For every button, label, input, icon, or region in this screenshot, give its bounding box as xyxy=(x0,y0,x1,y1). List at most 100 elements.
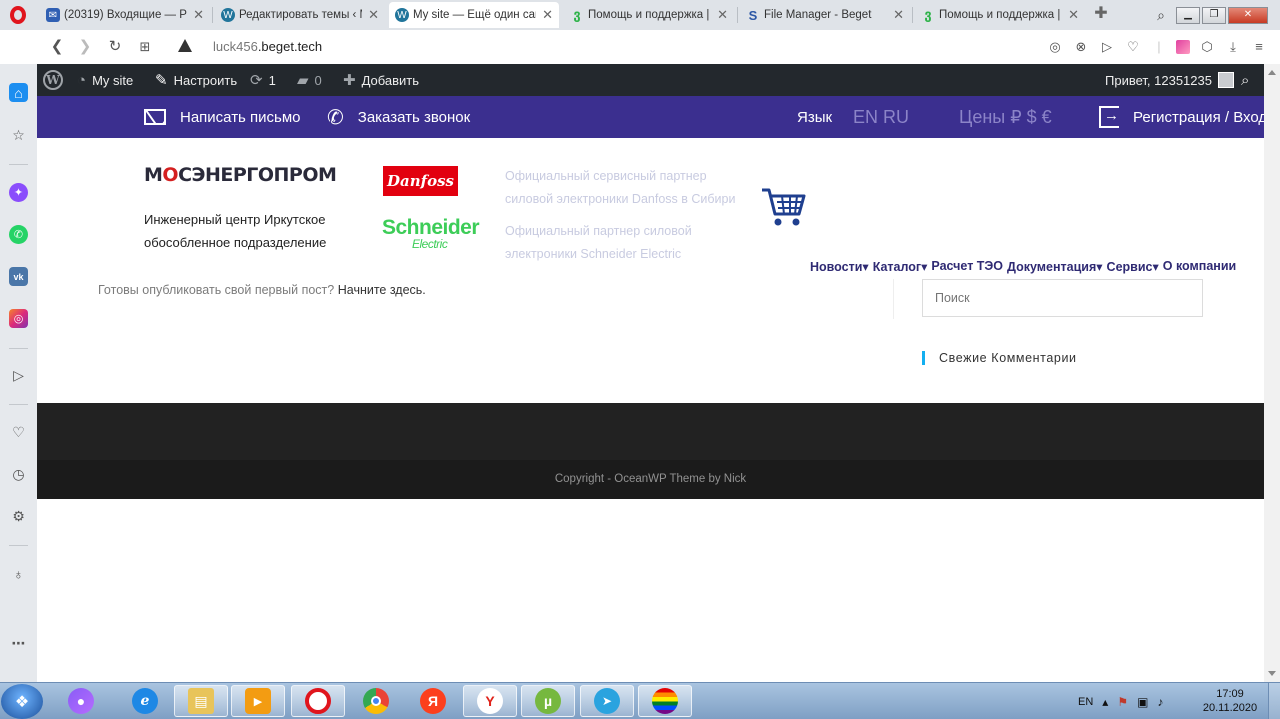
schneider-logo[interactable]: Schneider Electric xyxy=(382,217,480,250)
taskbar-yandex-browser[interactable]: Y xyxy=(463,685,517,717)
close-tab-icon[interactable]: ✕ xyxy=(717,7,728,23)
taskbar-explorer[interactable]: ▤ xyxy=(174,685,228,717)
wp-logo-menu[interactable]: W xyxy=(43,64,63,96)
tray-expand-icon[interactable]: ▴ xyxy=(1102,695,1108,709)
url-field[interactable]: luck456.beget.tech xyxy=(213,39,322,54)
search-input[interactable] xyxy=(922,279,1203,317)
action-center-icon[interactable]: ⚑ xyxy=(1117,695,1128,709)
taskbar-media[interactable]: ▶ xyxy=(231,685,285,717)
media-player-icon: ▶ xyxy=(245,688,271,714)
taskbar-utorrent[interactable]: µ xyxy=(521,685,575,717)
nav-about[interactable]: О компании xyxy=(1163,259,1236,274)
cube-icon[interactable]: ⬡ xyxy=(1198,38,1216,56)
taskbar-ie[interactable]: e xyxy=(118,685,172,717)
tab-label: My site — Ещё один сай xyxy=(413,9,537,21)
taskbar-alice[interactable]: ● xyxy=(54,685,108,717)
forward-icon[interactable]: ❯ xyxy=(76,38,94,56)
extension-icon[interactable] xyxy=(1176,40,1190,54)
wp-search[interactable]: ⌕ xyxy=(1241,64,1249,96)
wp-comments[interactable]: ▰ 0 xyxy=(297,64,322,96)
cart-icon[interactable] xyxy=(760,184,806,228)
speed-dial-icon[interactable]: ⊞ xyxy=(136,38,154,56)
show-desktop-button[interactable] xyxy=(1268,683,1280,719)
close-tab-icon[interactable]: ✕ xyxy=(1068,7,1079,23)
new-tab-icon[interactable]: ✚ xyxy=(1092,5,1110,23)
taskbar-opera[interactable] xyxy=(291,685,345,717)
home-icon[interactable]: ⌂ xyxy=(9,83,28,102)
order-call-link[interactable]: ✆ Заказать звонок xyxy=(327,96,470,138)
history-icon[interactable]: ◷ xyxy=(9,465,28,484)
taskbar-chrome[interactable] xyxy=(349,685,403,717)
maximize-icon[interactable]: ❐ xyxy=(1202,6,1226,24)
tab-edit-themes[interactable]: W Редактировать темы ‹ М ✕ xyxy=(215,2,385,28)
close-tab-icon[interactable]: ✕ xyxy=(893,7,904,23)
nav-service[interactable]: Сервис▾ xyxy=(1107,259,1159,274)
nav-teo-calc[interactable]: Расчет ТЭО xyxy=(931,259,1003,274)
recent-comments-title: Свежие Комментарии xyxy=(922,351,1077,365)
window-controls: ⌕ ▁ ❐ ✕ xyxy=(1148,0,1268,30)
plus-icon: ✚ xyxy=(343,72,356,89)
wp-my-site[interactable]: ◔ My site xyxy=(77,64,133,96)
flow-icon[interactable]: ▷ xyxy=(9,366,28,385)
minimize-icon[interactable]: ▁ xyxy=(1176,6,1200,24)
tips-bulb-icon[interactable]: ♁ xyxy=(9,564,28,583)
settings-icon[interactable]: ⚙ xyxy=(9,507,28,526)
updates-icon: ⟳ xyxy=(250,72,263,89)
write-letter-link[interactable]: Написать письмо xyxy=(144,96,301,138)
site-logo[interactable]: МОСЭНЕРГОПРОМ xyxy=(144,164,337,186)
scroll-up-icon[interactable] xyxy=(1268,70,1276,75)
page-scrollbar[interactable] xyxy=(1264,64,1280,682)
menu-icon[interactable]: ≡ xyxy=(1250,38,1268,56)
wp-add-new[interactable]: ✚ Добавить xyxy=(343,64,419,96)
camera-icon[interactable]: ◎ xyxy=(1046,38,1064,56)
tab-file-manager[interactable]: S File Manager - Beget ✕ xyxy=(740,2,910,28)
language-switcher[interactable]: EN RU xyxy=(853,96,909,138)
tab-my-site[interactable]: W My site — Ещё один сай ✕ xyxy=(389,2,559,28)
opera-menu-button[interactable] xyxy=(0,0,36,30)
send-icon[interactable]: ▷ xyxy=(1098,38,1116,56)
language-indicator[interactable]: EN xyxy=(1078,696,1093,708)
more-icon[interactable]: ⋯ xyxy=(9,634,28,653)
tab-label: (20319) Входящие — Ра xyxy=(64,9,188,21)
close-tab-icon[interactable]: ✕ xyxy=(542,7,553,23)
close-window-icon[interactable]: ✕ xyxy=(1228,6,1268,24)
wordpress-icon: W xyxy=(221,8,235,22)
start-button[interactable]: ❖ xyxy=(1,684,43,719)
reload-icon[interactable]: ↻ xyxy=(106,38,124,56)
instagram-icon[interactable]: ◎ xyxy=(9,309,28,328)
close-tab-icon[interactable]: ✕ xyxy=(193,7,204,23)
taskbar-yandex[interactable]: Я xyxy=(406,685,460,717)
wp-account[interactable]: Привет, 12351235 xyxy=(1105,64,1234,96)
nav-news[interactable]: Новости▾ xyxy=(810,259,869,274)
bookmarks-heart-icon[interactable]: ♡ xyxy=(9,423,28,442)
tab-search-icon[interactable]: ⌕ xyxy=(1148,7,1174,24)
scroll-down-icon[interactable] xyxy=(1268,671,1276,676)
back-icon[interactable]: ❮ xyxy=(48,38,66,56)
wp-admin-bar: W ◔ My site ✎ Настроить ⟳ 1 ▰ 0 ✚ Добави… xyxy=(37,64,1264,96)
download-icon[interactable]: ⤓ xyxy=(1224,38,1242,56)
nav-catalog[interactable]: Каталог▾ xyxy=(873,259,928,274)
tab-help-1[interactable]: ვ Помощь и поддержка | ✕ xyxy=(564,2,734,28)
network-icon[interactable]: ▣ xyxy=(1137,695,1148,709)
taskbar-lgbt-app[interactable] xyxy=(638,685,692,717)
volume-icon[interactable]: ♪ xyxy=(1157,695,1163,709)
warning-icon[interactable] xyxy=(178,39,192,52)
system-clock[interactable]: 17:09 20.11.2020 xyxy=(1200,687,1260,715)
adblock-icon[interactable]: ⊗ xyxy=(1072,38,1090,56)
start-here-link[interactable]: Начните здесь. xyxy=(338,283,426,297)
heart-icon[interactable]: ♡ xyxy=(1124,38,1142,56)
wp-updates[interactable]: ⟳ 1 xyxy=(250,64,276,96)
tab-help-2[interactable]: ვ Помощь и поддержка | ✕ xyxy=(915,2,1085,28)
vk-icon[interactable]: vk xyxy=(9,267,28,286)
tab-mail[interactable]: ✉ (20319) Входящие — Ра ✕ xyxy=(40,2,210,28)
danfoss-logo[interactable]: Danfoss xyxy=(383,166,458,196)
taskbar-telegram[interactable]: ➤ xyxy=(580,685,634,717)
nav-documentation[interactable]: Документация▾ xyxy=(1007,259,1103,274)
wp-customize[interactable]: ✎ Настроить xyxy=(155,64,237,96)
star-icon[interactable]: ☆ xyxy=(9,126,28,145)
currency-switcher[interactable]: Цены ₽ $ € xyxy=(959,96,1052,138)
messenger-icon[interactable]: ✦ xyxy=(9,183,28,202)
login-link[interactable]: Регистрация / Вход xyxy=(1099,96,1264,138)
whatsapp-icon[interactable]: ✆ xyxy=(9,225,28,244)
close-tab-icon[interactable]: ✕ xyxy=(368,7,379,23)
